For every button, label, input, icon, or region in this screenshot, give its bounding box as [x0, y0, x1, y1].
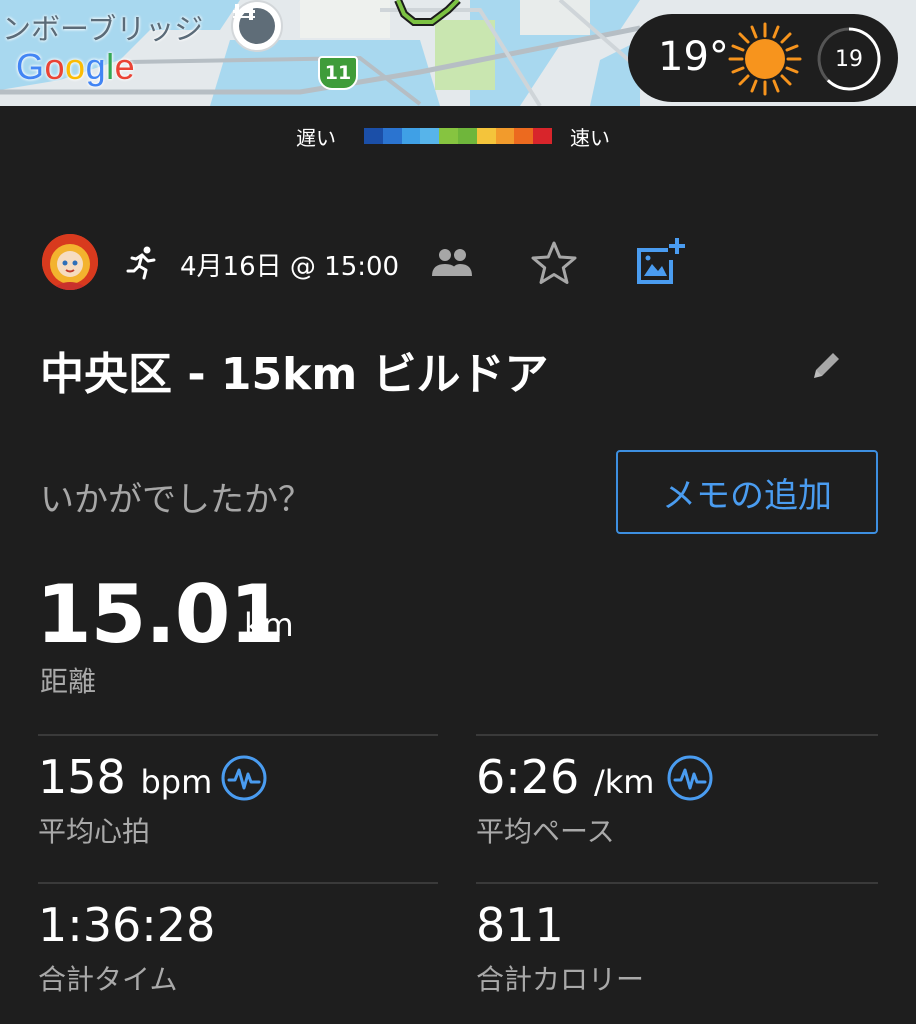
activity-date: 4月16日 @ 15:00: [180, 252, 400, 282]
pulse-icon[interactable]: [220, 754, 268, 802]
calories-label: 合計カロリー: [476, 963, 645, 996]
gauge-value: 19: [835, 46, 863, 72]
avg-heart-rate-unit: bpm: [140, 763, 213, 801]
add-memo-button[interactable]: メモの追加: [616, 450, 878, 534]
avg-heart-rate[interactable]: 158 bpm: [38, 750, 212, 804]
legend-color-swatch: [533, 128, 552, 144]
google-logo: Google: [16, 46, 136, 87]
avg-heart-rate-label: 平均心拍: [38, 815, 151, 848]
avg-pace-label: 平均ペース: [476, 815, 615, 848]
total-time-label: 合計タイム: [38, 963, 178, 996]
sun-icon: [728, 22, 802, 96]
avg-pace-unit: /km: [593, 763, 655, 801]
divider: [476, 734, 878, 736]
legend-color-swatch: [439, 128, 458, 144]
bridge-icon[interactable]: [231, 0, 283, 52]
bridge-glyph: [233, 4, 255, 20]
divider: [38, 734, 438, 736]
legend-color-bar: [364, 128, 552, 144]
activity-title: 中央区 - 15km ビルドア: [40, 349, 549, 400]
legend-slow-label: 遅い: [296, 126, 336, 150]
weather-badge[interactable]: 19° 19: [628, 14, 898, 102]
divider: [476, 882, 878, 884]
star-icon[interactable]: [530, 240, 578, 286]
activity-meta-row: 4月16日 @ 15:00: [0, 232, 916, 294]
divider: [38, 882, 438, 884]
edit-pencil-icon[interactable]: [808, 348, 844, 384]
map-place-label: ンボーブリッジ: [2, 12, 204, 46]
group-icon[interactable]: [430, 246, 474, 280]
legend-color-swatch: [420, 128, 440, 144]
avg-pace[interactable]: 6:26 /km: [476, 750, 654, 804]
total-time-value: 1:36:28: [38, 898, 216, 952]
user-avatar[interactable]: [42, 234, 98, 290]
add-photo-icon[interactable]: [634, 236, 686, 288]
avg-pace-value: 6:26: [476, 750, 580, 804]
route-map[interactable]: ンボーブリッジ Google 11 19° 19: [0, 0, 916, 106]
legend-color-swatch: [514, 128, 534, 144]
legend-color-swatch: [457, 128, 477, 144]
route-shield: 11: [318, 56, 358, 90]
pulse-icon[interactable]: [666, 754, 714, 802]
activity-screen: ンボーブリッジ Google 11 19° 19 遅い 速い 4月16日 @ 1…: [0, 0, 916, 1024]
legend-color-swatch: [401, 128, 421, 144]
distance-unit: km: [244, 606, 294, 644]
running-icon: [126, 246, 156, 280]
temperature: 19°: [658, 34, 729, 80]
legend-color-swatch: [476, 128, 496, 144]
distance-label: 距離: [40, 665, 97, 698]
feeling-prompt: いかがでしたか？: [40, 480, 312, 520]
legend-color-swatch: [495, 128, 515, 144]
avatar-image: [42, 234, 98, 290]
calories-value: 811: [476, 898, 564, 952]
speed-legend: 遅い 速い: [0, 120, 916, 150]
legend-color-swatch: [382, 128, 402, 144]
legend-color-swatch: [364, 128, 383, 144]
avg-heart-rate-value: 158: [38, 750, 126, 804]
legend-fast-label: 速い: [570, 126, 610, 150]
